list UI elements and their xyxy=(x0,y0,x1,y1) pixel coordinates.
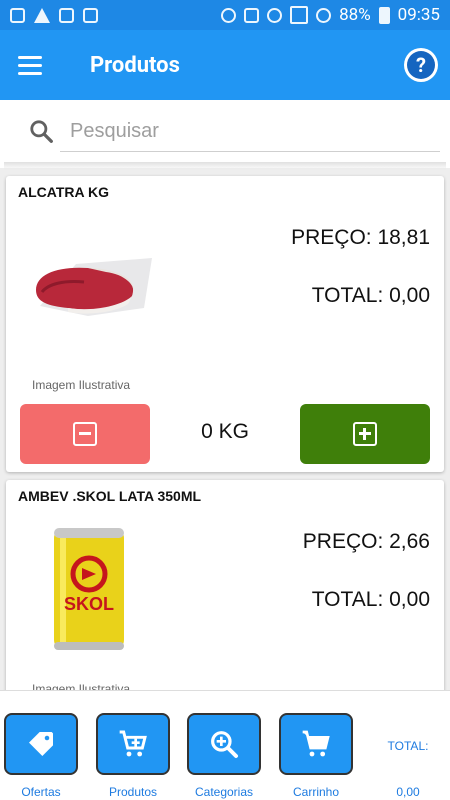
bell-icon xyxy=(34,7,50,23)
product-card[interactable]: ALCATRA KG PREÇO: 18,81 TOTAL: 0,00 Imag… xyxy=(6,176,444,472)
nav-label: Produtos xyxy=(108,785,158,799)
carrinho-button[interactable] xyxy=(279,713,353,775)
battery-icon xyxy=(378,6,390,24)
product-price: PREÇO: 18,81 xyxy=(291,226,430,249)
cart-add-icon xyxy=(119,730,147,757)
ofertas-button[interactable] xyxy=(4,713,78,775)
quantity-stepper: 0 KG xyxy=(6,404,444,468)
nav-label: Carrinho xyxy=(292,785,340,799)
can-logo-text: SKOL xyxy=(64,594,114,614)
product-name: AMBEV .SKOL LATA 350ML xyxy=(18,488,202,504)
product-card[interactable]: AMBEV .SKOL LATA 350ML SKOL PREÇO: 2,66 … xyxy=(6,480,444,690)
cart-total: TOTAL: 0,00 xyxy=(370,713,446,800)
cart-icon xyxy=(302,730,330,757)
produtos-button[interactable] xyxy=(96,713,170,775)
nav-item-categorias[interactable]: Categorias xyxy=(187,713,261,799)
app-notification-icon xyxy=(10,7,25,23)
notification-icons xyxy=(10,7,98,23)
nav-item-ofertas[interactable]: Ofertas xyxy=(4,713,78,799)
product-total: TOTAL: 0,00 xyxy=(311,284,430,307)
zoom-in-icon xyxy=(211,731,238,758)
nav-label: Ofertas xyxy=(21,785,61,799)
image-caption: Imagem Ilustrativa xyxy=(32,378,131,392)
search-icon[interactable] xyxy=(28,118,54,144)
wifi-icon xyxy=(267,7,283,23)
do-not-disturb-icon xyxy=(316,7,332,23)
product-image-beer-can: SKOL xyxy=(54,528,124,650)
product-image-meat xyxy=(36,258,152,316)
battery-percent: 88% xyxy=(339,5,371,25)
status-bar: 88% 09:35 xyxy=(0,0,450,30)
product-list[interactable]: ALCATRA KG PREÇO: 18,81 TOTAL: 0,00 Imag… xyxy=(0,170,450,690)
location-icon xyxy=(221,7,237,23)
signal-icon xyxy=(290,6,309,24)
product-total: TOTAL: 0,00 xyxy=(311,588,430,611)
clock: 09:35 xyxy=(397,5,440,25)
categorias-button[interactable] xyxy=(187,713,261,775)
product-name: ALCATRA KG xyxy=(18,184,109,200)
increase-quantity-button[interactable] xyxy=(300,404,430,464)
total-label: TOTAL: xyxy=(387,739,429,753)
tag-icon xyxy=(29,732,53,756)
help-button[interactable]: ? xyxy=(404,48,438,82)
nav-label: Categorias xyxy=(194,785,254,799)
search-bar xyxy=(0,100,450,168)
gallery-icon xyxy=(83,7,98,23)
voicemail-icon xyxy=(59,7,74,23)
plus-icon xyxy=(353,422,377,446)
bottom-navigation: Ofertas Produtos Categorias Carrinho TOT… xyxy=(0,690,450,800)
total-value: 0,00 xyxy=(396,785,420,799)
app-bar: Produtos ? xyxy=(0,30,450,100)
search-input[interactable] xyxy=(60,112,440,152)
image-caption: Imagem Ilustrativa xyxy=(32,682,131,690)
system-icons: 88% 09:35 xyxy=(221,5,440,25)
divider xyxy=(4,162,446,170)
nav-item-produtos[interactable]: Produtos xyxy=(96,713,170,799)
vibrate-mute-icon xyxy=(244,7,260,23)
help-icon: ? xyxy=(407,51,435,79)
product-price: PREÇO: 2,66 xyxy=(302,530,430,553)
page-title: Produtos xyxy=(90,52,180,78)
menu-icon[interactable] xyxy=(0,30,60,100)
nav-item-carrinho[interactable]: Carrinho xyxy=(279,713,353,799)
